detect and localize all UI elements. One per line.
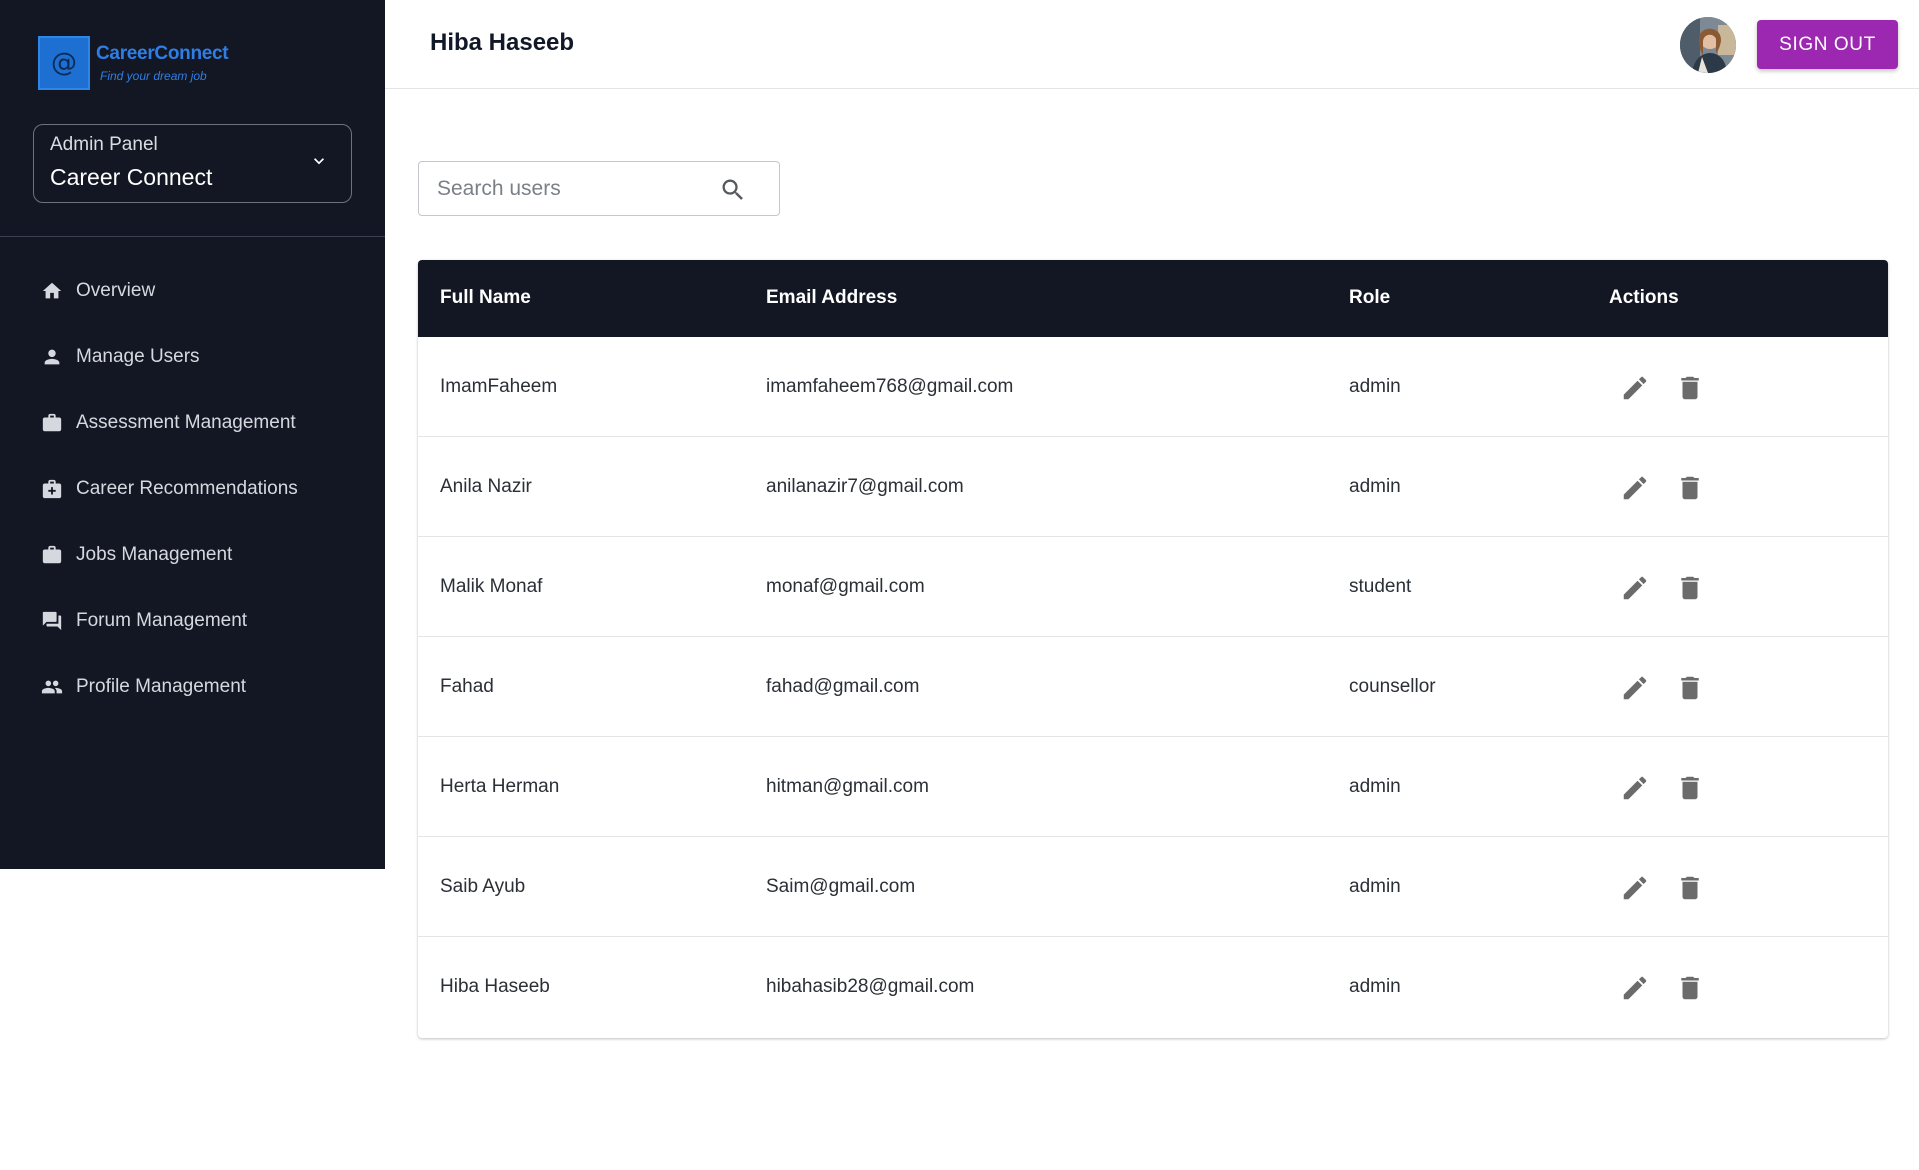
delete-icon[interactable]	[1675, 673, 1705, 703]
table-row: Anila Nazir anilanazir7@gmail.com admin	[418, 437, 1888, 537]
panel-select-value: Career Connect	[50, 164, 213, 190]
sidebar-item-label: Profile Management	[76, 676, 247, 697]
forum-icon	[40, 609, 64, 633]
chevron-down-icon	[314, 158, 324, 165]
sidebar-item-career-recommendations[interactable]: Career Recommendations	[0, 456, 385, 522]
cell-email: monaf@gmail.com	[766, 576, 925, 597]
cell-email: imamfaheem768@gmail.com	[766, 376, 1014, 397]
table-row: Malik Monaf monaf@gmail.com student	[418, 537, 1888, 637]
cell-email: Saim@gmail.com	[766, 876, 916, 897]
brand-logo[interactable]: @ CareerConnect Find your dream job	[38, 36, 229, 90]
cell-email: fahad@gmail.com	[766, 676, 920, 697]
cell-full-name: Saib Ayub	[440, 876, 526, 897]
delete-icon[interactable]	[1675, 773, 1705, 803]
sidebar-item-label: Manage Users	[76, 346, 200, 367]
panel-select[interactable]: Admin Panel Career Connect	[33, 124, 352, 203]
cell-full-name: Hiba Haseeb	[440, 976, 550, 997]
table-row: Saib Ayub Saim@gmail.com admin	[418, 837, 1888, 937]
cell-role: admin	[1349, 976, 1401, 997]
brand-tagline: Find your dream job	[100, 69, 207, 83]
sidebar-item-forum-management[interactable]: Forum Management	[0, 588, 385, 654]
edit-icon[interactable]	[1620, 473, 1650, 503]
cell-role: counsellor	[1349, 676, 1436, 697]
cell-full-name: Malik Monaf	[440, 576, 543, 597]
cell-full-name: ImamFaheem	[440, 376, 558, 397]
panel-select-label: Admin Panel	[50, 134, 158, 155]
cell-full-name: Fahad	[440, 676, 494, 697]
sidebar: @ CareerConnect Find your dream job Admi…	[0, 0, 385, 869]
edit-icon[interactable]	[1620, 573, 1650, 603]
table-body: ImamFaheem imamfaheem768@gmail.com admin An…	[418, 337, 1888, 1037]
table-header: Full Name Email Address Role Actions	[418, 260, 1888, 337]
cell-email: hitman@gmail.com	[766, 776, 929, 797]
cell-role: admin	[1349, 776, 1401, 797]
people-icon	[40, 675, 64, 699]
cell-role: student	[1349, 576, 1412, 597]
cell-role: admin	[1349, 476, 1401, 497]
logo-at-icon: @	[38, 36, 90, 90]
search-input[interactable]	[437, 176, 707, 202]
delete-icon[interactable]	[1675, 573, 1705, 603]
header-user-name: Hiba Haseeb	[430, 29, 575, 56]
sidebar-item-label: Overview	[76, 280, 156, 301]
person-icon	[40, 345, 64, 369]
briefcase-icon	[40, 411, 64, 435]
sidebar-divider	[0, 236, 385, 237]
home-icon	[40, 279, 64, 303]
sidebar-item-label: Assessment Management	[76, 412, 296, 433]
sidebar-item-label: Jobs Management	[76, 544, 233, 565]
column-header-email: Email Address	[766, 287, 898, 308]
cell-role: admin	[1349, 876, 1401, 897]
logo-glyph: @	[51, 48, 77, 78]
avatar[interactable]	[1680, 17, 1736, 73]
cell-full-name: Herta Herman	[440, 776, 560, 797]
medical-bag-icon	[40, 477, 64, 501]
sidebar-item-profile-management[interactable]: Profile Management	[0, 654, 385, 720]
table-row: Herta Herman hitman@gmail.com admin	[418, 737, 1888, 837]
cell-email: anilanazir7@gmail.com	[766, 476, 964, 497]
sign-out-button[interactable]: SIGN OUT	[1757, 20, 1898, 69]
delete-icon[interactable]	[1675, 473, 1705, 503]
users-table: Full Name Email Address Role Actions Ima…	[418, 260, 1888, 1038]
edit-icon[interactable]	[1620, 973, 1650, 1003]
table-row: Hiba Haseeb hibahasib28@gmail.com admin	[418, 937, 1888, 1037]
sidebar-item-assessment-management[interactable]: Assessment Management	[0, 390, 385, 456]
edit-icon[interactable]	[1620, 673, 1650, 703]
top-header: Hiba Haseeb SIGN OUT	[385, 0, 1919, 89]
sidebar-item-label: Career Recommendations	[76, 478, 298, 499]
sidebar-item-overview[interactable]: Overview	[0, 258, 385, 324]
sidebar-nav: Overview Manage Users Assessment Managem…	[0, 258, 385, 720]
column-header-full-name: Full Name	[440, 287, 531, 308]
sidebar-item-jobs-management[interactable]: Jobs Management	[0, 522, 385, 588]
briefcase-icon	[40, 543, 64, 567]
edit-icon[interactable]	[1620, 373, 1650, 403]
column-header-actions: Actions	[1609, 287, 1679, 308]
cell-full-name: Anila Nazir	[440, 476, 532, 497]
table-row: ImamFaheem imamfaheem768@gmail.com admin	[418, 337, 1888, 437]
delete-icon[interactable]	[1675, 873, 1705, 903]
cell-email: hibahasib28@gmail.com	[766, 976, 975, 997]
edit-icon[interactable]	[1620, 773, 1650, 803]
search-icon[interactable]	[719, 176, 747, 204]
search-box	[418, 161, 780, 216]
delete-icon[interactable]	[1675, 973, 1705, 1003]
brand-name: CareerConnect	[96, 43, 229, 64]
sidebar-item-manage-users[interactable]: Manage Users	[0, 324, 385, 390]
edit-icon[interactable]	[1620, 873, 1650, 903]
sidebar-item-label: Forum Management	[76, 610, 248, 631]
delete-icon[interactable]	[1675, 373, 1705, 403]
column-header-role: Role	[1349, 287, 1391, 308]
cell-role: admin	[1349, 376, 1401, 397]
table-row: Fahad fahad@gmail.com counsellor	[418, 637, 1888, 737]
